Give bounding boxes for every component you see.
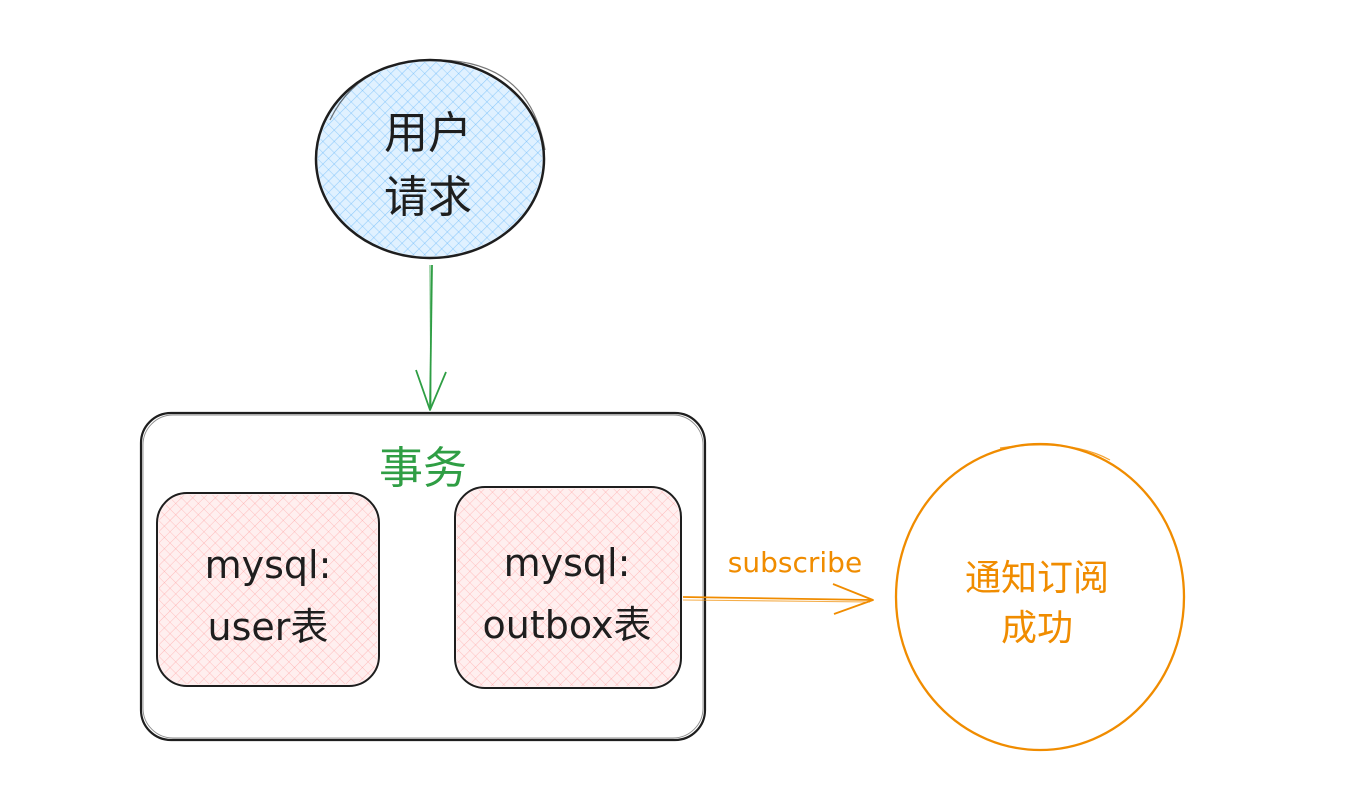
diagram-canvas: 用户 请求 事务 mysql: user表 mysql: outbox表 sub… — [139, 58, 1186, 752]
user-table-crosshatch — [159, 495, 377, 684]
request-to-transaction-arrow — [415, 264, 447, 411]
notify-success-label-line2: 成功 — [1001, 608, 1073, 649]
user-request-label-line2: 请求 — [384, 172, 472, 223]
transaction-title: 事务 — [379, 443, 467, 494]
user-table-label-line2: user表 — [208, 605, 329, 649]
outbox-table-node[interactable]: mysql: outbox表 — [454, 486, 682, 689]
outbox-table-label-line1: mysql: — [504, 541, 631, 585]
outbox-to-notify-arrow: subscribe — [682, 546, 874, 615]
outbox-table-crosshatch — [457, 489, 679, 686]
subscribe-label: subscribe — [728, 546, 862, 579]
user-table-label-line1: mysql: — [205, 543, 332, 587]
user-request-label-line1: 用户 — [384, 108, 472, 159]
user-table-node[interactable]: mysql: user表 — [156, 492, 380, 687]
user-request-crosshatch — [318, 62, 542, 256]
user-request-node[interactable]: 用户 请求 — [314, 58, 546, 260]
notify-success-label-line1: 通知订阅 — [965, 558, 1109, 599]
arrow-shaft-orange — [682, 596, 873, 601]
notify-success-node[interactable]: 通知订阅 成功 — [894, 442, 1186, 752]
outbox-table-label-line2: outbox表 — [483, 603, 652, 647]
